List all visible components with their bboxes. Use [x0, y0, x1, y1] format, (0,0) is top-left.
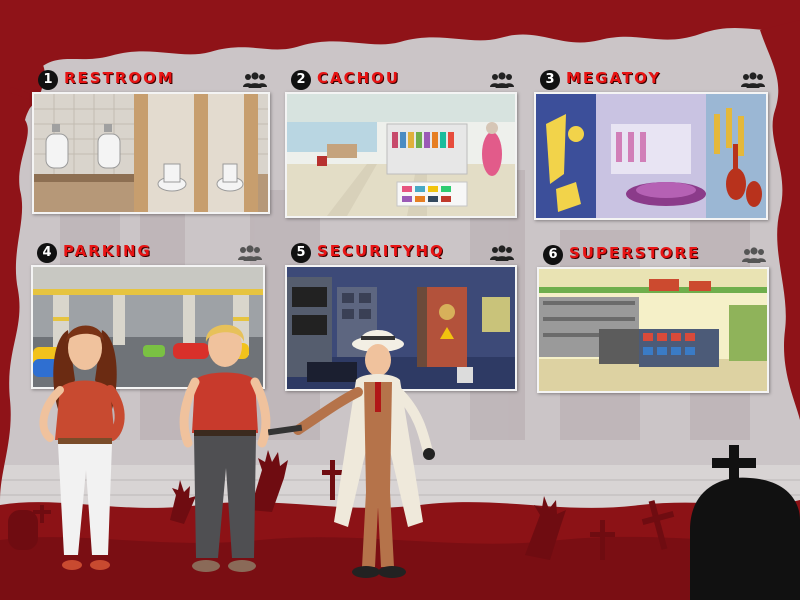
location-number-badge: 6	[543, 245, 563, 265]
detective-character[interactable]	[268, 322, 443, 584]
location-number-badge: 2	[291, 70, 311, 90]
location-number-badge: 1	[38, 70, 58, 90]
people-group-icon	[741, 72, 765, 88]
people-group-icon	[490, 245, 514, 261]
card-header: 3 MEGATOY	[534, 68, 768, 92]
people-group-icon	[490, 72, 514, 88]
card-header: 5 SECURITYHQ	[285, 241, 517, 265]
man-character[interactable]	[170, 318, 280, 580]
location-number-badge: 3	[540, 70, 560, 90]
card-header: 1 RESTROOM	[32, 68, 270, 92]
location-card-megatoy[interactable]: 3 MEGATOY	[534, 68, 768, 220]
location-title: PARKING	[63, 242, 152, 260]
location-title: SUPERSTORE	[569, 244, 701, 262]
location-card-cachou[interactable]: 2 CACHOU	[285, 68, 517, 218]
game-scene: 1 RESTROOM 2 CACHOU 3 MEGATOY 4 PARKING …	[0, 0, 800, 600]
people-group-icon	[243, 72, 267, 88]
location-title: RESTROOM	[64, 69, 175, 87]
location-title: MEGATOY	[566, 69, 662, 87]
location-number-badge: 5	[291, 243, 311, 263]
location-number-badge: 4	[37, 243, 57, 263]
woman-character[interactable]	[30, 320, 140, 585]
location-card-restroom[interactable]: 1 RESTROOM	[32, 68, 270, 214]
people-group-icon	[742, 247, 766, 263]
card-header: 6 SUPERSTORE	[537, 243, 769, 267]
megatoy-store-thumbnail[interactable]	[534, 92, 768, 220]
location-title: SECURITYHQ	[317, 242, 445, 260]
card-header: 4 PARKING	[31, 241, 265, 265]
location-title: CACHOU	[317, 69, 401, 87]
card-header: 2 CACHOU	[285, 68, 517, 92]
people-group-icon	[238, 245, 262, 261]
cachou-store-thumbnail[interactable]	[285, 92, 517, 218]
restroom-thumbnail[interactable]	[32, 92, 270, 214]
superstore-thumbnail[interactable]	[537, 267, 769, 393]
location-card-superstore[interactable]: 6 SUPERSTORE	[537, 243, 769, 393]
